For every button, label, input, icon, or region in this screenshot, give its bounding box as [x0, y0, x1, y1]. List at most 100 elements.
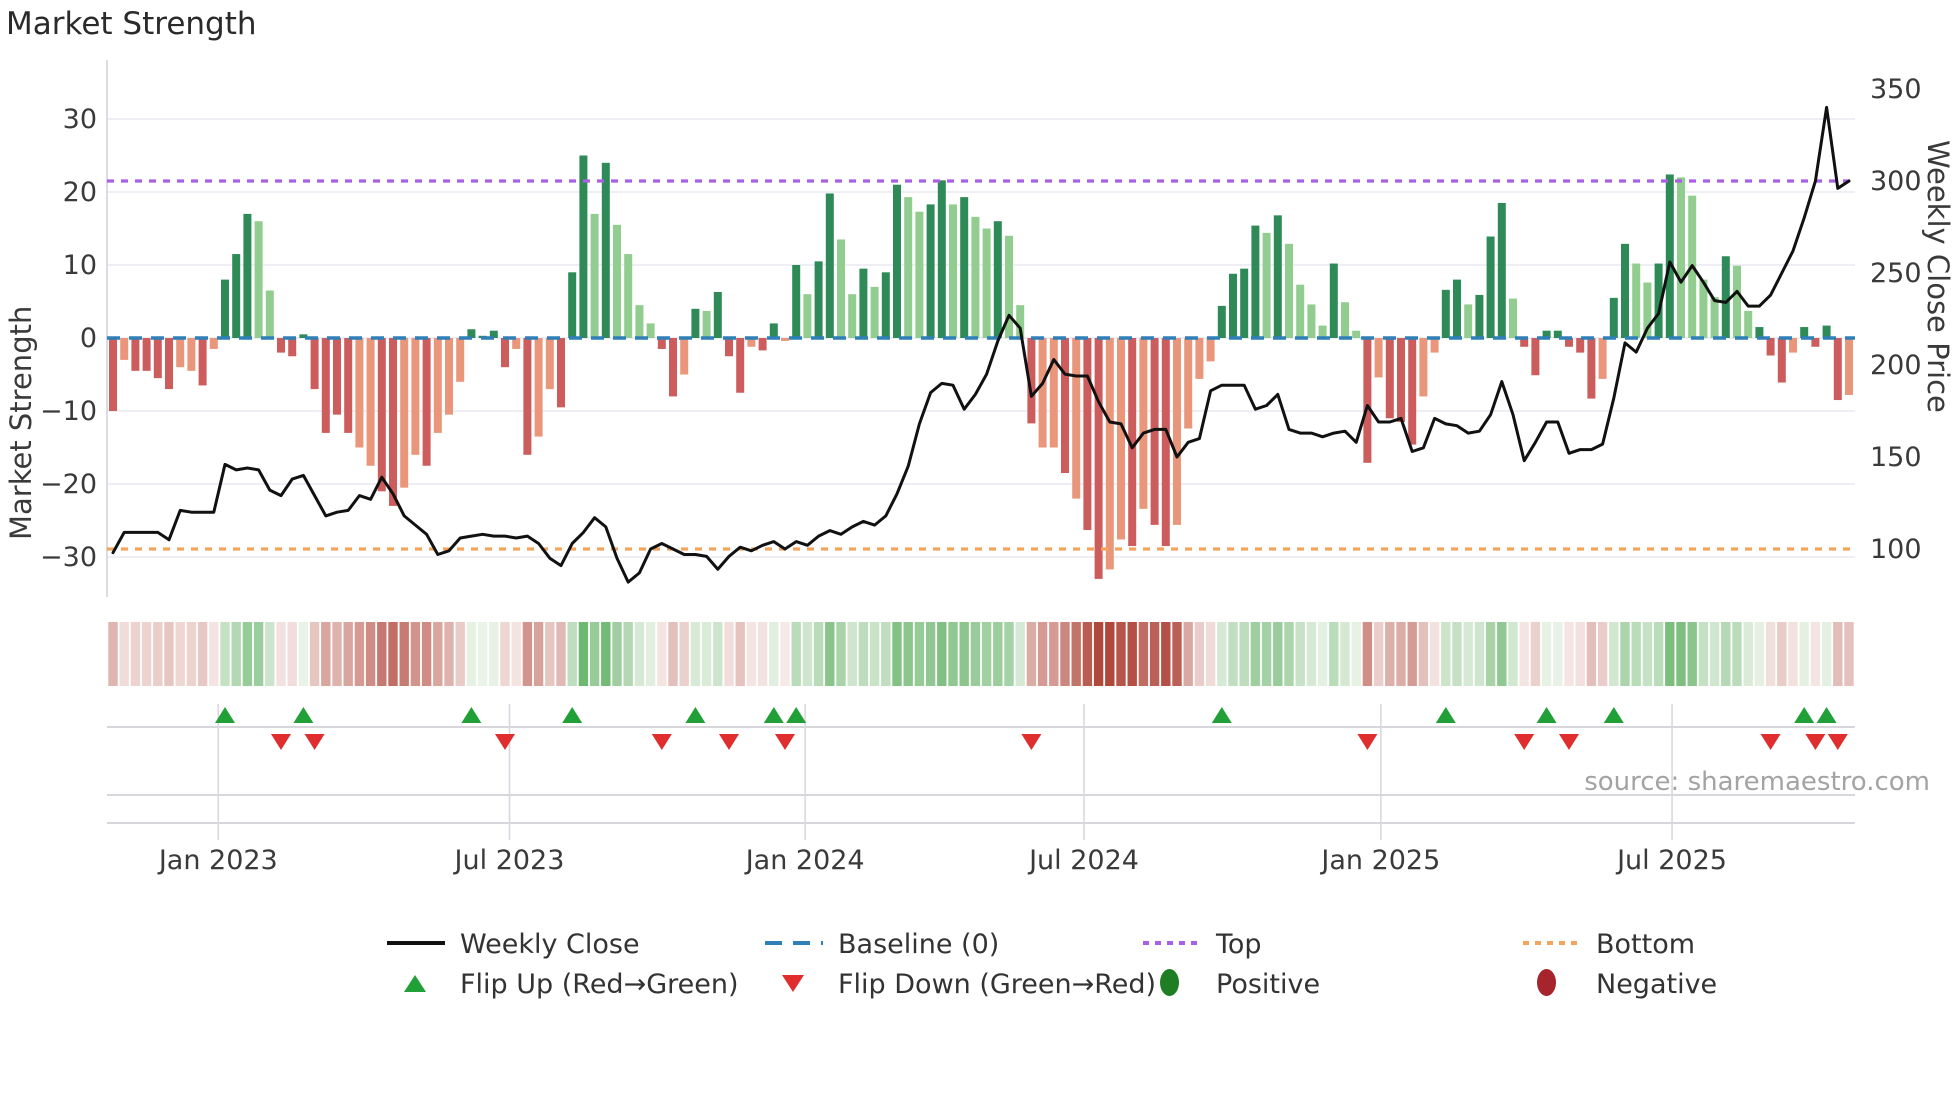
flip-down-marker [495, 734, 515, 750]
strength-bar [1464, 304, 1473, 338]
strength-bar [1789, 338, 1797, 353]
flip-down-marker [719, 734, 739, 750]
strength-bar [1352, 330, 1361, 338]
strength-bar [187, 338, 196, 371]
left-axis-tick: −10 [40, 396, 97, 427]
strength-bar [702, 310, 711, 338]
flip-down-marker [304, 734, 325, 750]
strength-bar [411, 338, 420, 455]
strength-bar [1341, 302, 1349, 338]
flip-markers [215, 707, 1848, 750]
page-title: Market Strength [6, 6, 257, 42]
figure: 30 20 10 0 −10 −20 −30 350 300 250 200 150 100 Jan 20… [0, 0, 1960, 1102]
flip-up-marker [293, 707, 314, 723]
strength-bar [669, 338, 677, 397]
strength-bar [1049, 338, 1058, 448]
strength-bar [377, 338, 386, 492]
strength-bar [1318, 325, 1327, 338]
left-axis-tick: 20 [63, 177, 97, 208]
flip-up-marker [562, 707, 583, 723]
strength-bar [1229, 273, 1237, 338]
strength-bar [445, 338, 453, 415]
strength-bar [624, 254, 633, 338]
strength-bar [1576, 338, 1585, 353]
strength-bar [713, 292, 722, 338]
strength-bar [769, 323, 778, 338]
flip-down-marker [1827, 734, 1848, 750]
strength-bar [1632, 263, 1641, 338]
strength-bar [825, 193, 834, 338]
flip-down-marker [775, 734, 795, 750]
x-axis-tick: Jan 2024 [744, 845, 865, 876]
strength-bars [109, 155, 1853, 579]
strength-bar [198, 338, 207, 386]
strength-bar [736, 338, 745, 393]
strength-bar [1710, 297, 1719, 338]
strength-bar [926, 204, 935, 338]
strength-bar [120, 338, 129, 360]
strength-bar [1329, 263, 1338, 338]
x-axis-tick: Jul 2025 [1615, 845, 1727, 876]
strength-bar [1621, 243, 1629, 338]
right-axis-tick: 150 [1870, 442, 1922, 473]
strength-bar [1486, 236, 1495, 338]
strength-bar [366, 338, 375, 466]
strength-bar [523, 338, 532, 455]
x-axis-tick: Jul 2023 [453, 845, 565, 876]
strength-bar [859, 268, 868, 338]
strength-bar [131, 338, 140, 371]
strength-bar [232, 254, 241, 338]
right-axis-tick: 200 [1870, 350, 1922, 381]
x-axis-tick: Jan 2023 [157, 845, 278, 876]
strength-heatmap-strip [108, 622, 1854, 686]
flip-down-marker [1021, 734, 1042, 750]
strength-bar [1363, 338, 1372, 463]
strength-bar [288, 338, 297, 357]
strength-bar [165, 338, 173, 390]
strength-bar [893, 184, 901, 338]
strength-bar [1072, 338, 1081, 499]
x-axis-tick: Jan 2025 [1319, 845, 1440, 876]
flip-up-marker [1816, 707, 1837, 723]
strength-bar [1430, 338, 1439, 353]
strength-bar [1139, 338, 1148, 509]
strength-bar [1273, 215, 1282, 338]
axis-tick-labels: 3020100−10−20−30350300250200150100Jan 20… [40, 74, 1922, 876]
strength-bar [400, 338, 409, 488]
left-axis-tick: 30 [63, 104, 97, 135]
strength-bar [1251, 225, 1260, 338]
strength-bar [321, 338, 330, 433]
strength-bar [176, 338, 185, 368]
strength-bar [333, 338, 341, 415]
flip-down-marker [1760, 734, 1781, 750]
strength-bar [590, 213, 599, 338]
strength-bar [1475, 294, 1484, 338]
right-axis-tick: 100 [1870, 534, 1922, 565]
flip-up-marker [1211, 707, 1232, 723]
strength-bar [601, 162, 610, 338]
flip-up-marker [1435, 707, 1456, 723]
strength-bar [153, 338, 162, 379]
strength-bar [1206, 338, 1215, 362]
flip-up-marker [461, 707, 482, 723]
strength-bar [1374, 338, 1383, 378]
strength-bar [1184, 338, 1193, 429]
strength-bar [937, 180, 946, 338]
strength-bar [1777, 338, 1786, 383]
strength-bar [501, 338, 509, 368]
flip-down-marker [1559, 734, 1579, 750]
strength-bar [915, 211, 924, 338]
strength-bar [881, 272, 890, 338]
left-axis-title: Market Strength [4, 305, 38, 540]
strength-bar [1262, 232, 1271, 338]
strength-bar [1408, 338, 1417, 445]
strength-bar [781, 338, 789, 341]
market-strength-chart: 3020100−10−20−30350300250200150100Jan 20… [40, 60, 1922, 876]
strength-bar [456, 338, 465, 382]
flip-up-marker [763, 707, 784, 723]
strength-bar [1094, 338, 1103, 579]
strength-bar [1453, 279, 1461, 338]
strength-bar [534, 338, 543, 437]
strength-bar [209, 338, 218, 349]
flip-down-marker [1357, 734, 1378, 750]
